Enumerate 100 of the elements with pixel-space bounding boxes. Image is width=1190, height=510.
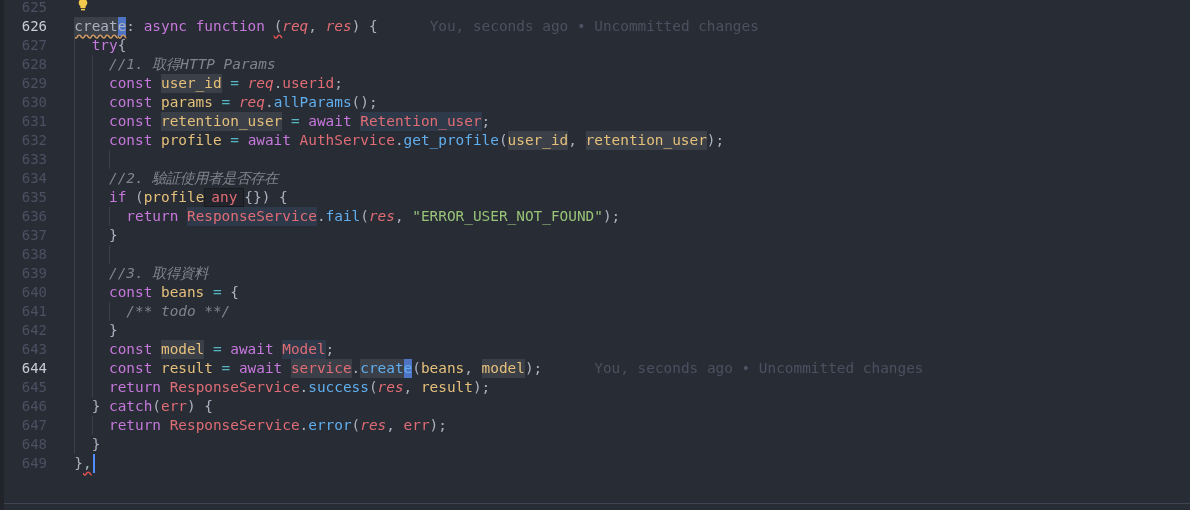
code-token: ResponseService (169, 378, 300, 397)
code-token: ; (334, 74, 343, 93)
selected-text: e (403, 359, 413, 378)
code-token: await (308, 112, 353, 131)
code-token: const (109, 131, 154, 150)
code-token: , (386, 416, 396, 435)
code-token: , (403, 378, 414, 397)
code-token: = (211, 283, 223, 302)
code-token: params (160, 93, 213, 112)
code-token: result (160, 359, 213, 378)
code-token: , (83, 454, 92, 473)
code-token: ); (429, 416, 447, 435)
code-token: user_id (160, 74, 222, 93)
code-token: creat (360, 359, 404, 378)
code-token: beans (160, 283, 205, 302)
code-token: AuthService (299, 131, 395, 150)
code-token: req (282, 17, 309, 36)
code-token: catch (109, 397, 153, 416)
code-token: . (273, 74, 283, 93)
code-token: const (109, 340, 154, 359)
code-token: await (247, 131, 292, 150)
code-token: const (109, 359, 154, 378)
code-token: ( (273, 17, 283, 36)
code-token: beans (420, 359, 465, 378)
code-token: ResponseService (186, 207, 317, 226)
code-token: model (160, 340, 205, 359)
code-token: ) { (187, 397, 213, 416)
code-token: ( (360, 207, 369, 226)
code-token: , (568, 131, 578, 150)
code-token: await (230, 340, 275, 359)
code-token: . (299, 416, 309, 435)
code-token: . (299, 378, 309, 397)
code-token: ; (325, 340, 335, 359)
code-token: model (481, 359, 525, 378)
code-token: , (394, 207, 405, 226)
code-token: ; (481, 112, 491, 131)
line-number: 626 (20, 17, 47, 36)
code-token: {}) { (244, 188, 288, 207)
code-token: { (117, 36, 127, 55)
code-token: } (109, 226, 118, 245)
code-token: . (394, 131, 404, 150)
code-token: return (126, 207, 180, 226)
code-token: async (143, 17, 188, 36)
code-token: ); (706, 131, 725, 148)
code-token: { (230, 283, 239, 302)
code-token: profile (143, 188, 205, 207)
code-token: ( (412, 359, 421, 378)
code-token: = (229, 131, 240, 150)
code-token: res (368, 207, 395, 226)
code-token: , (308, 17, 318, 36)
code-token: Model (282, 340, 326, 359)
code-token: result (420, 378, 473, 397)
code-token: } (74, 454, 83, 473)
code-token: . (316, 207, 326, 226)
code-token: await (238, 359, 284, 378)
code-token: res (360, 416, 387, 435)
code-token: retention_user (585, 131, 707, 150)
line-number: 644 (20, 359, 47, 378)
code-token: . (351, 359, 361, 378)
code-token: //2. 驗証使用者是否存在 (109, 169, 279, 188)
code-token: //1. 取得HTTP Params (109, 55, 276, 74)
code-token: const (109, 112, 154, 131)
code-token: success (308, 378, 369, 397)
selected-text: e (117, 17, 127, 36)
code-token: //3. 取得資料 (109, 264, 209, 283)
code-token: /** todo **/ (126, 302, 231, 321)
code-token: const (109, 93, 154, 112)
code-token: try (91, 36, 118, 55)
code-token: "ERROR_USER_NOT_FOUND" (412, 207, 603, 226)
code-token: user_id (507, 131, 569, 150)
code-token: ) { (351, 17, 378, 36)
code-token: ); (524, 359, 543, 378)
code-token: userid (282, 74, 335, 93)
code-token: const (109, 283, 154, 302)
code-token: ); (472, 378, 491, 397)
code-token: return (109, 378, 162, 397)
code-token: err (403, 416, 430, 435)
code-token: . (264, 93, 274, 112)
code-token: ResponseService (169, 416, 300, 435)
code-token: = (220, 359, 232, 378)
code-token: = (229, 74, 240, 93)
code-token: return (109, 416, 162, 435)
code-token: Retention_user (360, 112, 482, 131)
code-token: , (464, 359, 474, 378)
code-token: = (211, 340, 223, 359)
code-token: function (195, 17, 266, 36)
code-token: ( (368, 378, 378, 397)
code-token: retention_user (160, 112, 283, 131)
code-token: ( (152, 397, 161, 416)
code-token: ); (602, 207, 621, 226)
code-token: res (377, 378, 404, 397)
lightbulb-icon[interactable] (78, 0, 88, 12)
code-token: ( (351, 416, 361, 435)
code-token: } (109, 321, 118, 340)
code-token: : (126, 17, 136, 36)
code-token: const (109, 74, 154, 93)
code-token: (); (351, 93, 378, 112)
code-token: = (289, 112, 301, 131)
code-token: = (220, 93, 232, 112)
code-token: ( (498, 131, 508, 150)
